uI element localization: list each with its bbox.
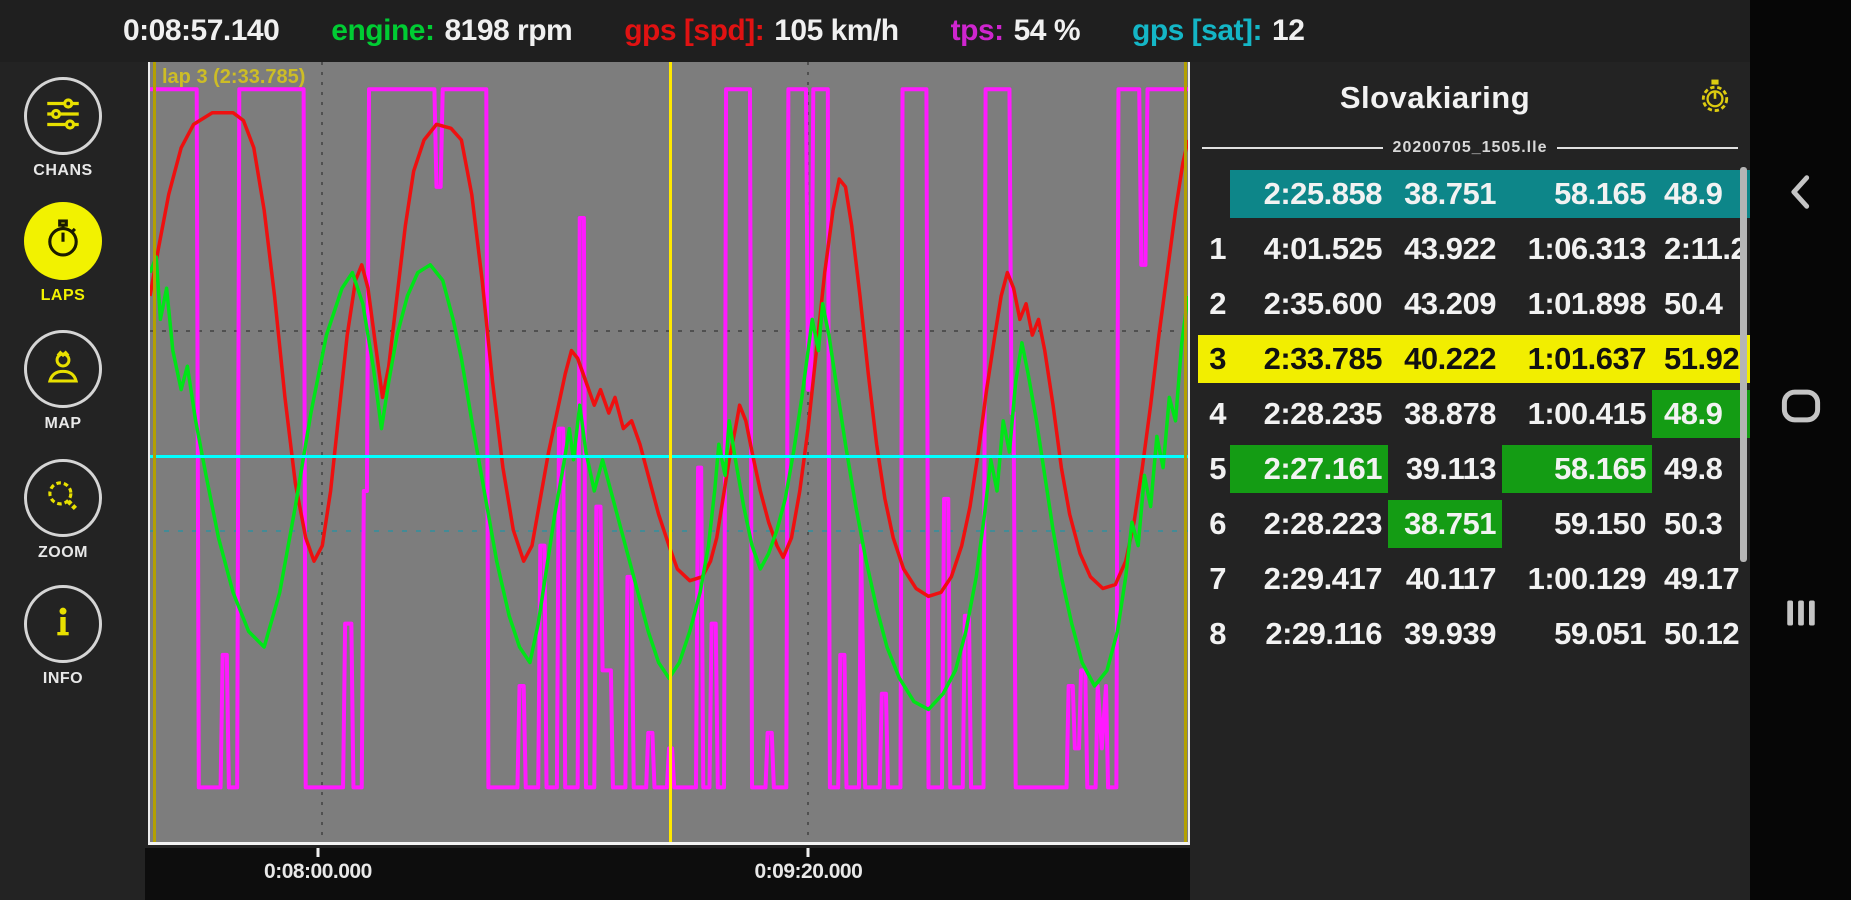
chans-circle [24, 77, 102, 155]
map-circle [24, 330, 102, 408]
info-icon [43, 602, 83, 647]
sidebar-item-label: MAP [44, 415, 82, 432]
sidebar-item-map[interactable]: MAP [22, 330, 104, 433]
home-icon [1780, 388, 1822, 429]
lap-row-6[interactable]: 6 2:28.223 38.751 59.150 50.3 [1198, 500, 1750, 548]
engine-value: 8198 rpm [444, 14, 573, 47]
separator-line-right [1557, 147, 1739, 149]
zoom-circle [24, 459, 102, 537]
laps-panel-header: Slovakiaring [1190, 70, 1750, 126]
best-lap-row[interactable]: 2:25.858 38.751 58.165 48.9 [1198, 170, 1750, 218]
laps-table: 2:25.858 38.751 58.165 48.9 1 4:01.525 4… [1198, 170, 1750, 665]
lap-row-2[interactable]: 2 2:35.600 43.209 1:01.898 50.4 [1198, 280, 1750, 328]
channel-gps-speed: gps [spd]: 105 km/h [624, 14, 899, 48]
axis-tick-label-2: 0:09:20.000 [754, 860, 863, 883]
laps-scrollbar[interactable] [1740, 167, 1747, 562]
channel-gps-sat: gps [sat]: 12 [1132, 14, 1305, 48]
axis-tick-label-1: 0:08:00.000 [264, 860, 372, 883]
sidebar-item-chans[interactable]: CHANS [22, 77, 104, 180]
lap-start-line [153, 62, 157, 842]
magnifier-icon [42, 475, 84, 522]
session-separator: 20200705_1505.lle [1202, 138, 1739, 158]
lap-row-1[interactable]: 1 4:01.525 43.922 1:06.313 2:11.2 [1198, 225, 1750, 273]
session-filename: 20200705_1505.lle [1392, 139, 1548, 156]
nav-recents-button[interactable] [1750, 598, 1851, 633]
lap-row-5[interactable]: 5 2:27.161 39.113 58.165 49.8 [1198, 445, 1750, 493]
telemetry-chart[interactable]: lap 3 (2:33.785) [148, 62, 1190, 845]
laps-panel: Slovakiaring 20200705_1505.lle 2:25.858 … [1190, 62, 1750, 900]
sidebar-item-laps[interactable]: LAPS [22, 202, 104, 305]
stopwatch-icon [41, 217, 85, 266]
lap-label: lap 3 (2:33.785) [162, 66, 306, 88]
gps-speed-label: gps [spd]: [624, 14, 765, 47]
gps-sat-label: gps [sat]: [1132, 14, 1263, 47]
pocket-watch-icon [1695, 76, 1735, 121]
lap-row-4[interactable]: 4 2:28.235 38.878 1:00.415 48.9 [1198, 390, 1750, 438]
back-icon [1784, 172, 1818, 217]
laps-circle [24, 202, 102, 280]
map-icon [42, 346, 84, 393]
sidebar-item-label: CHANS [33, 162, 93, 179]
info-circle [24, 585, 102, 663]
gps-sat-value: 12 [1272, 14, 1305, 47]
axis-tick-2 [806, 848, 810, 857]
recents-icon [1784, 598, 1818, 633]
sidebar-item-info[interactable]: INFO [22, 585, 104, 688]
engine-label: engine: [331, 14, 435, 47]
time-axis: 0:08:00.000 0:09:20.000 [145, 848, 1193, 900]
axis-tick-1 [316, 848, 320, 857]
sidebar-item-label: ZOOM [38, 544, 88, 561]
status-bar: 0:08:57.140 engine: 8198 rpm gps [spd]: … [0, 0, 1750, 62]
channel-tps: tps: 54 % [950, 14, 1081, 48]
channel-engine: engine: 8198 rpm [331, 14, 572, 48]
lap-row-7[interactable]: 7 2:29.417 40.117 1:00.129 49.17 [1198, 555, 1750, 603]
time-cursor-line[interactable] [669, 62, 672, 842]
sidebar: CHANS LAPS MAP ZOOM INFO [0, 62, 145, 900]
android-nav-bar [1750, 0, 1851, 900]
cursor-time: 0:08:57.140 [123, 14, 280, 47]
gps-speed-value: 105 km/h [774, 14, 899, 47]
tps-value: 54 % [1013, 14, 1081, 47]
sidebar-item-zoom[interactable]: ZOOM [22, 459, 104, 562]
lap-row-8[interactable]: 8 2:29.116 39.939 59.051 50.12 [1198, 610, 1750, 658]
track-name: Slovakiaring [1339, 80, 1531, 115]
separator-line-left [1202, 147, 1383, 149]
nav-home-button[interactable] [1750, 388, 1851, 429]
lap-end-line [1183, 62, 1187, 842]
lap-row-3-selected[interactable]: 3 2:33.785 40.222 1:01.637 51.92 [1198, 335, 1750, 383]
tps-label: tps: [950, 14, 1005, 47]
nav-back-button[interactable] [1750, 172, 1851, 217]
sliders-icon [42, 93, 84, 140]
sidebar-item-label: LAPS [40, 287, 86, 304]
session-timer-button[interactable] [1680, 76, 1750, 121]
sidebar-item-label: INFO [42, 670, 84, 687]
